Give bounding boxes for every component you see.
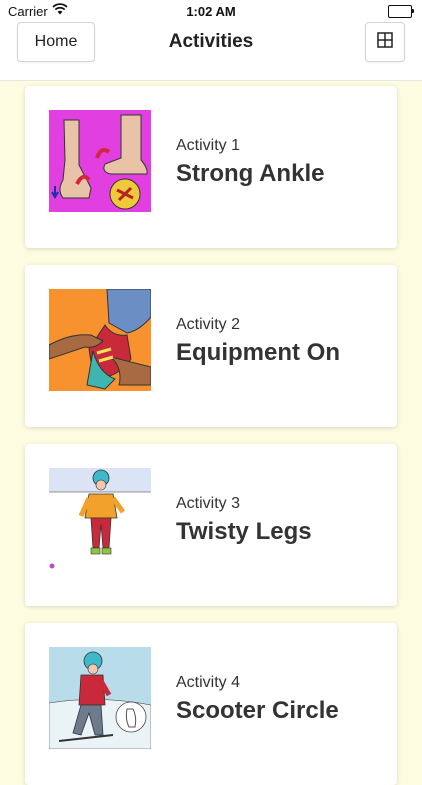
activity-name: Scooter Circle bbox=[176, 697, 339, 724]
activity-card[interactable]: Activity 3 Twisty Legs bbox=[25, 444, 397, 606]
grid-icon bbox=[377, 31, 393, 53]
page-title: Activities bbox=[168, 31, 254, 52]
activity-number: Activity 4 bbox=[176, 674, 241, 691]
activity-name: Equipment On bbox=[176, 339, 340, 366]
activity-card[interactable]: Activity 4 Scooter Circle bbox=[25, 623, 397, 785]
activity-name: Strong Ankle bbox=[176, 160, 325, 187]
activity-number: Activity 2 bbox=[176, 316, 241, 333]
putting-on-ski-boot-illustration bbox=[49, 289, 151, 391]
child-skier-illustration bbox=[49, 468, 151, 570]
activity-name: Twisty Legs bbox=[176, 518, 312, 545]
activity-number: Activity 3 bbox=[176, 495, 241, 512]
battery-icon bbox=[388, 5, 414, 18]
status-bar: Carrier 1:02 AM bbox=[0, 0, 422, 22]
child-on-one-ski-illustration bbox=[49, 647, 151, 749]
grid-view-button[interactable] bbox=[365, 22, 405, 62]
status-time: 1:02 AM bbox=[186, 4, 236, 19]
activity-number: Activity 1 bbox=[176, 137, 241, 154]
ankle-exercise-illustration bbox=[49, 110, 151, 212]
activity-card[interactable]: Activity 2 Equipment On bbox=[25, 265, 397, 427]
navigation-bar: Home Activities bbox=[0, 22, 422, 81]
activity-card[interactable]: Activity 1 Strong Ankle bbox=[25, 86, 397, 248]
